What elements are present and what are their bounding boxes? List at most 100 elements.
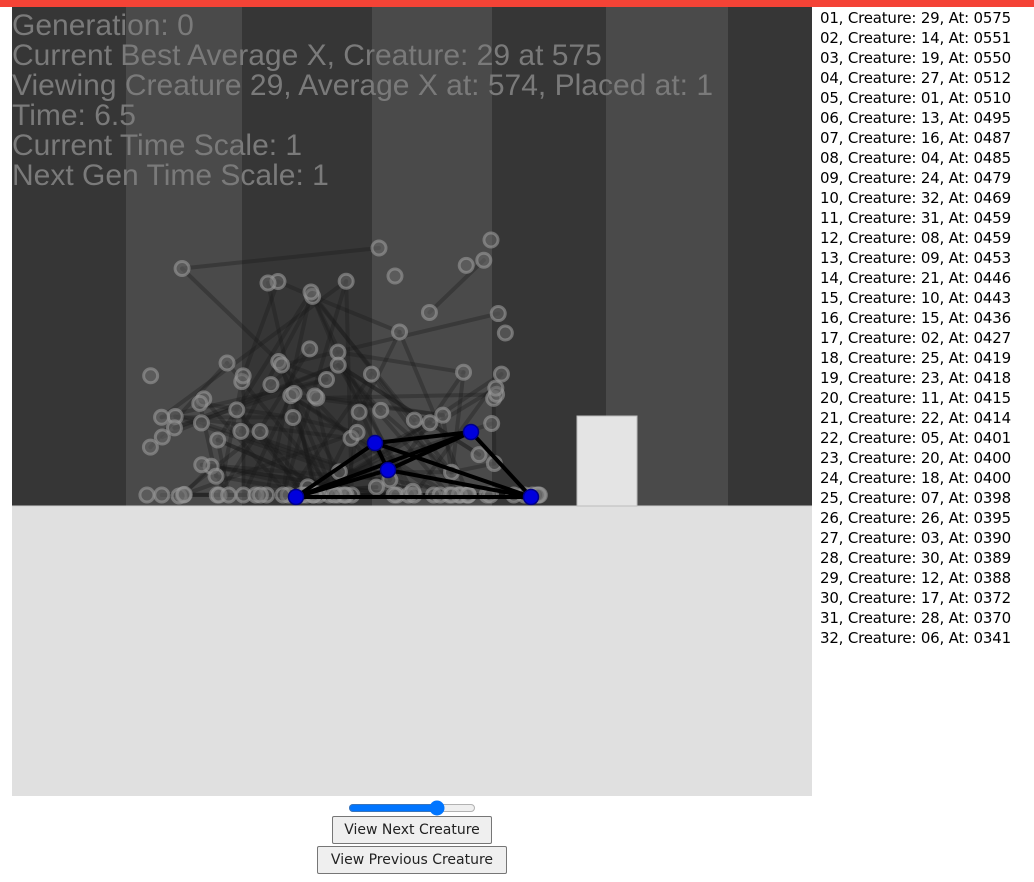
leaderboard-row: 24, Creature: 18, At: 0400 (820, 469, 1011, 487)
ghost-node (489, 305, 507, 323)
hud-overlay: Generation: 0 Current Best Average X, Cr… (12, 11, 713, 191)
leaderboard-row: 08, Creature: 04, At: 0485 (820, 149, 1011, 167)
leaderboard-row: 07, Creature: 16, At: 0487 (820, 129, 1011, 147)
leaderboard-list: 01, Creature: 29, At: 0575 02, Creature: … (820, 8, 1034, 648)
ghost-node (405, 411, 423, 429)
ghost-node (455, 363, 473, 381)
ghost-node (234, 367, 252, 385)
ghost-node (348, 423, 366, 441)
ghost-node (487, 379, 505, 397)
ghost-node (228, 401, 246, 419)
leaderboard-row: 20, Creature: 11, At: 0415 (820, 389, 1011, 407)
viewing-creature-label: Viewing Creature 29, Average X at: 574, … (12, 69, 714, 102)
ghost-node (153, 428, 171, 446)
leaderboard-row: 14, Creature: 21, At: 0446 (820, 269, 1011, 287)
leaderboard-row: 32, Creature: 06, At: 0341 (820, 629, 1011, 647)
ghost-node (142, 367, 160, 385)
ghost-node (209, 431, 227, 449)
ghost-node (386, 267, 404, 285)
time-scale-label: Current Time Scale: 1 (12, 129, 303, 162)
sky-stripe (728, 7, 812, 506)
ghost-node (420, 303, 438, 321)
creature-node (379, 461, 397, 479)
ground (12, 506, 812, 796)
ghost-node (391, 323, 409, 341)
ghost-node (262, 376, 280, 394)
time-scale-slider[interactable] (348, 801, 476, 815)
ghost-node (372, 401, 390, 419)
ghost-node (138, 486, 156, 504)
generation-label: Generation: 0 (12, 9, 194, 42)
ghost-node (191, 394, 209, 412)
ghost-node (284, 409, 302, 427)
leaderboard-row: 21, Creature: 22, At: 0414 (820, 409, 1011, 427)
ghost-node (301, 340, 319, 358)
leaderboard-row: 03, Creature: 19, At: 0550 (820, 49, 1011, 67)
ghost-node (173, 260, 191, 278)
leaderboard-row: 16, Creature: 15, At: 0436 (820, 309, 1011, 327)
view-previous-creature-button[interactable]: View Previous Creature (317, 846, 507, 874)
simulation-canvas: Generation: 0 Current Best Average X, Cr… (12, 7, 812, 796)
ghost-node (302, 283, 320, 301)
leaderboard-row: 22, Creature: 05, At: 0401 (820, 429, 1011, 447)
ghost-node (350, 403, 368, 421)
ghost-node (483, 415, 501, 433)
leaderboard-row: 01, Creature: 29, At: 0575 (820, 9, 1011, 27)
ghost-node (192, 414, 210, 432)
ghost-node (482, 231, 500, 249)
ghost-node (274, 486, 292, 504)
leaderboard-row: 25, Creature: 07, At: 0398 (820, 489, 1011, 507)
ghost-node (153, 486, 171, 504)
ghost-node (273, 356, 291, 374)
ghost-node (175, 485, 193, 503)
leaderboard-row: 18, Creature: 25, At: 0419 (820, 349, 1011, 367)
ghost-node (496, 324, 514, 342)
leaderboard-row: 19, Creature: 23, At: 0418 (820, 369, 1011, 387)
ghost-node (434, 406, 452, 424)
creature-node (366, 434, 384, 452)
leaderboard-row: 09, Creature: 24, At: 0479 (820, 169, 1011, 187)
ghost-node (337, 272, 355, 290)
next-gen-time-scale-label: Next Gen Time Scale: 1 (12, 159, 329, 192)
time-label: Time: 6.5 (12, 99, 136, 132)
leaderboard-row: 12, Creature: 08, At: 0459 (820, 229, 1011, 247)
ghost-node (475, 251, 493, 269)
ghost-node (367, 478, 385, 496)
ghost-node (220, 486, 238, 504)
best-creature-label: Current Best Average X, Creature: 29 at … (12, 39, 602, 72)
ghost-node (306, 387, 324, 405)
creature-node (287, 488, 305, 506)
ghost-node (362, 365, 380, 383)
leaderboard-row: 29, Creature: 12, At: 0388 (820, 569, 1011, 587)
leaderboard-row: 28, Creature: 30, At: 0389 (820, 549, 1011, 567)
ghost-node (207, 467, 225, 485)
leaderboard-row: 30, Creature: 17, At: 0372 (820, 589, 1011, 607)
leaderboard-row: 11, Creature: 31, At: 0459 (820, 209, 1011, 227)
ghost-node (251, 486, 269, 504)
ghost-node (318, 371, 336, 389)
ghost-node (141, 438, 159, 456)
ghost-node (492, 365, 510, 383)
view-next-creature-button[interactable]: View Next Creature (332, 816, 492, 844)
ghost-node (193, 456, 211, 474)
leaderboard-row: 06, Creature: 13, At: 0495 (820, 109, 1011, 127)
leaderboard-row: 23, Creature: 20, At: 0400 (820, 449, 1011, 467)
leaderboard-row: 04, Creature: 27, At: 0512 (820, 69, 1011, 87)
ghost-node (232, 422, 250, 440)
leaderboard-row: 05, Creature: 01, At: 0510 (820, 89, 1011, 107)
distance-marker (576, 415, 638, 507)
ghost-node (285, 385, 303, 403)
ghost-node (153, 408, 171, 426)
leaderboard-row: 13, Creature: 09, At: 0453 (820, 249, 1011, 267)
ghost-node (259, 274, 277, 292)
ghost-node (370, 239, 388, 257)
ghost-node (470, 446, 488, 464)
leaderboard-row: 15, Creature: 10, At: 0443 (820, 289, 1011, 307)
top-accent-bar (0, 0, 1034, 7)
ghost-node (218, 354, 236, 372)
leaderboard-row: 02, Creature: 14, At: 0551 (820, 29, 1011, 47)
ghost-node (457, 256, 475, 274)
ghost-node (329, 356, 347, 374)
leaderboard-row: 27, Creature: 03, At: 0390 (820, 529, 1011, 547)
leaderboard-row: 31, Creature: 28, At: 0370 (820, 609, 1011, 627)
